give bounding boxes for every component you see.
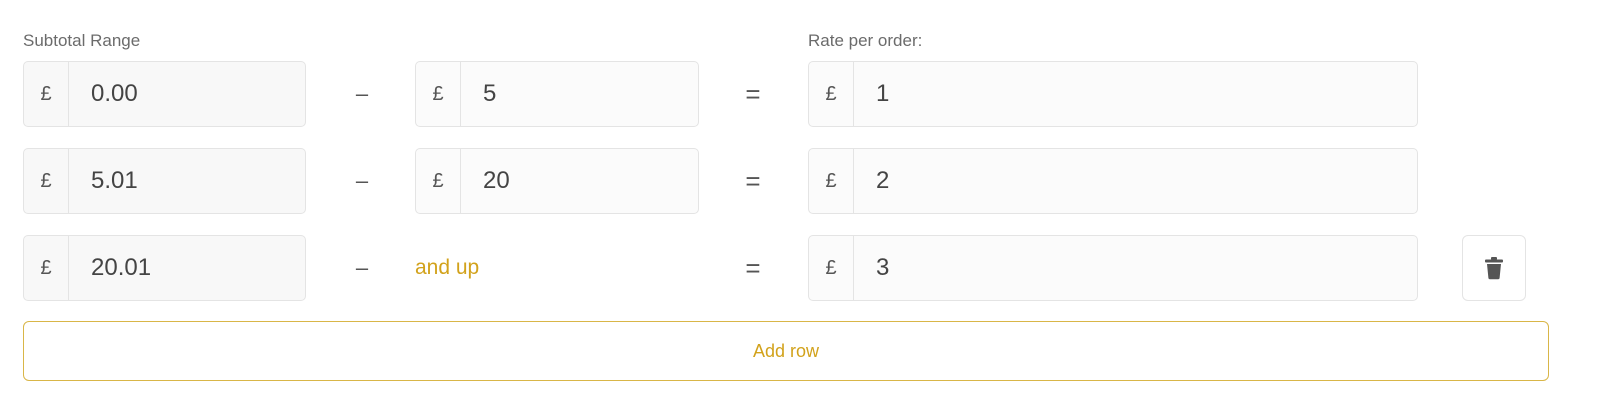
- rate-value[interactable]: 2: [854, 149, 1417, 213]
- rate-row: £ 0.00 – £ 5 = £ 1: [0, 61, 1600, 127]
- subtotal-from-value[interactable]: 20.01: [69, 236, 305, 300]
- rate-per-order-label: Rate per order:: [808, 31, 923, 50]
- rate-value[interactable]: 1: [854, 62, 1417, 126]
- subtotal-from-value[interactable]: 5.01: [69, 149, 305, 213]
- rate-field[interactable]: £ 3: [808, 235, 1418, 301]
- rate-row: £ 20.01 – and up = £ 3: [0, 235, 1600, 301]
- rate-field[interactable]: £ 1: [808, 61, 1418, 127]
- currency-symbol: £: [809, 149, 854, 213]
- range-dash: –: [355, 255, 369, 280]
- range-dash: –: [355, 81, 369, 106]
- currency-symbol: £: [24, 149, 69, 213]
- currency-symbol: £: [416, 149, 461, 213]
- currency-symbol: £: [809, 236, 854, 300]
- subtotal-range-label: Subtotal Range: [23, 31, 141, 50]
- equals-sign: =: [745, 165, 761, 196]
- subtotal-to-value[interactable]: 20: [461, 149, 698, 213]
- trash-icon: [1485, 257, 1503, 280]
- delete-row-button[interactable]: [1462, 235, 1526, 301]
- currency-symbol: £: [24, 236, 69, 300]
- subtotal-from-field[interactable]: £ 20.01: [23, 235, 306, 301]
- currency-symbol: £: [416, 62, 461, 126]
- subtotal-to-value[interactable]: 5: [461, 62, 698, 126]
- rate-row: £ 5.01 – £ 20 = £ 2: [0, 148, 1600, 214]
- add-row-button[interactable]: Add row: [23, 321, 1549, 381]
- rate-field[interactable]: £ 2: [808, 148, 1418, 214]
- subtotal-from-field[interactable]: £ 0.00: [23, 61, 306, 127]
- currency-symbol: £: [24, 62, 69, 126]
- subtotal-from-field[interactable]: £ 5.01: [23, 148, 306, 214]
- subtotal-to-field[interactable]: £ 20: [415, 148, 699, 214]
- rate-value[interactable]: 3: [854, 236, 1417, 300]
- equals-sign: =: [745, 252, 761, 283]
- currency-symbol: £: [809, 62, 854, 126]
- subtotal-from-value[interactable]: 0.00: [69, 62, 305, 126]
- and-up-text: and up: [415, 256, 480, 279]
- subtotal-to-field[interactable]: £ 5: [415, 61, 699, 127]
- equals-sign: =: [745, 78, 761, 109]
- range-dash: –: [355, 168, 369, 193]
